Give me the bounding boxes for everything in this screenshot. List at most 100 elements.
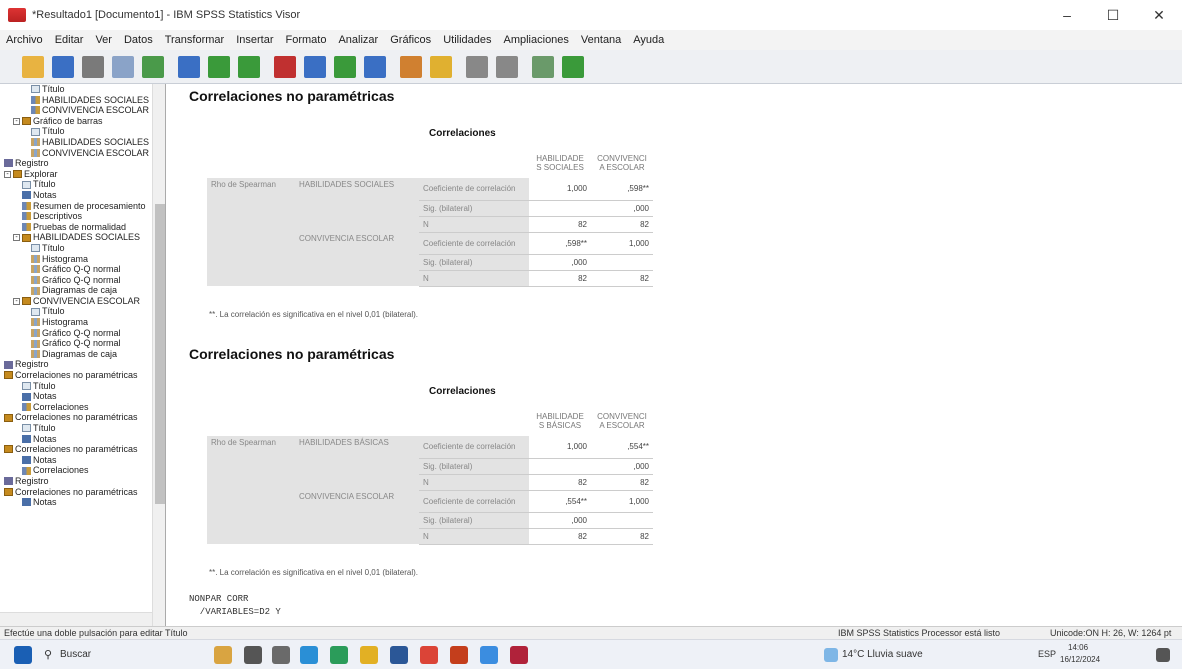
outline-item[interactable]: Diagramas de caja <box>0 285 152 296</box>
clock-date[interactable]: 16/12/2024 <box>1060 655 1100 664</box>
redo-icon[interactable] <box>238 55 260 78</box>
menu-ampliaciones[interactable]: Ampliaciones <box>504 34 569 46</box>
menu-ver[interactable]: Ver <box>95 34 112 46</box>
expand-icon[interactable] <box>562 55 584 78</box>
task-view-icon[interactable] <box>244 646 262 664</box>
maximize-button[interactable]: ☐ <box>1090 0 1136 30</box>
outline-item[interactable]: Gráfico Q-Q normal <box>0 328 152 339</box>
outline-item[interactable]: Correlaciones no paramétricas <box>0 370 152 381</box>
outline-item[interactable]: Título <box>0 179 152 190</box>
outline-item[interactable]: Notas <box>0 391 152 402</box>
outline-item[interactable]: - Gráfico de barras <box>0 116 152 127</box>
outline-item[interactable]: Gráfico Q-Q normal <box>0 275 152 286</box>
outline-item[interactable]: Título <box>0 423 152 434</box>
outline-item[interactable]: Pruebas de normalidad <box>0 222 152 233</box>
outline-item[interactable]: - CONVIVENCIA ESCOLAR <box>0 296 152 307</box>
output-heading[interactable]: Correlaciones no paramétricas <box>189 346 394 362</box>
outline-item[interactable]: CONVIVENCIA ESCOLAR <box>0 148 152 159</box>
case-icon[interactable] <box>364 55 386 78</box>
save-icon[interactable] <box>52 55 74 78</box>
menu-insertar[interactable]: Insertar <box>236 34 273 46</box>
notifications-icon[interactable] <box>1156 648 1170 662</box>
outline-item[interactable]: - Explorar <box>0 169 152 180</box>
hide-icon[interactable] <box>466 55 488 78</box>
outline-item[interactable]: Correlaciones no paramétricas <box>0 487 152 498</box>
insert-output-icon[interactable] <box>400 55 422 78</box>
show-icon[interactable] <box>496 55 518 78</box>
outline-item[interactable]: Registro <box>0 158 152 169</box>
widget-icon[interactable] <box>214 646 232 664</box>
outline-item[interactable]: Gráfico Q-Q normal <box>0 338 152 349</box>
goto-data-icon[interactable] <box>274 55 296 78</box>
collapse-toggle-icon[interactable]: - <box>13 234 20 242</box>
outline-item[interactable]: Título <box>0 84 152 95</box>
outline-item[interactable]: CONVIVENCIA ESCOLAR <box>0 105 152 116</box>
print-icon[interactable] <box>82 55 104 78</box>
menu-datos[interactable]: Datos <box>124 34 153 46</box>
close-button[interactable]: ✕ <box>1136 0 1182 30</box>
outline-item[interactable]: Correlaciones <box>0 402 152 413</box>
minimize-button[interactable]: – <box>1044 0 1090 30</box>
outline-item[interactable]: Notas <box>0 497 152 508</box>
language-indicator[interactable]: ESP <box>1038 649 1056 659</box>
search-icon[interactable]: ⚲ <box>44 648 52 661</box>
recall-dialog-icon[interactable] <box>178 55 200 78</box>
outline-item[interactable]: Título <box>0 243 152 254</box>
menu-utilidades[interactable]: Utilidades <box>443 34 491 46</box>
collapse-icon[interactable] <box>532 55 554 78</box>
outline-item[interactable]: Diagramas de caja <box>0 349 152 360</box>
edge-icon[interactable] <box>300 646 318 664</box>
menu-transformar[interactable]: Transformar <box>165 34 225 46</box>
outline-item[interactable]: Notas <box>0 455 152 466</box>
clock-time[interactable]: 14:06 <box>1068 643 1088 652</box>
variables-icon[interactable] <box>334 55 356 78</box>
chrome-icon[interactable] <box>420 646 438 664</box>
outline-item[interactable]: HABILIDADES SOCIALES <box>0 95 152 106</box>
outline-item[interactable]: Gráfico Q-Q normal <box>0 264 152 275</box>
menu-graficos[interactable]: Gráficos <box>390 34 431 46</box>
outline-item[interactable]: Título <box>0 126 152 137</box>
export-icon[interactable] <box>142 55 164 78</box>
spss-taskbar-icon[interactable] <box>510 646 528 664</box>
menu-editar[interactable]: Editar <box>55 34 84 46</box>
menu-analizar[interactable]: Analizar <box>338 34 378 46</box>
outline-item[interactable]: HABILIDADES SOCIALES <box>0 137 152 148</box>
collapse-toggle-icon[interactable]: - <box>4 170 11 178</box>
outline-item[interactable]: Descriptivos <box>0 211 152 222</box>
open-icon[interactable] <box>22 55 44 78</box>
outline-item[interactable]: Histograma <box>0 254 152 265</box>
menu-archivo[interactable]: Archivo <box>6 34 43 46</box>
taskbar-search[interactable]: Buscar <box>60 649 91 660</box>
outline-item[interactable]: Correlaciones <box>0 465 152 476</box>
outline-item[interactable]: - HABILIDADES SOCIALES <box>0 232 152 243</box>
file-explorer-icon[interactable] <box>272 646 290 664</box>
output-heading[interactable]: Correlaciones no paramétricas <box>189 88 394 104</box>
outline-item[interactable]: Resumen de procesamiento <box>0 201 152 212</box>
menu-formato[interactable]: Formato <box>286 34 327 46</box>
folder-icon[interactable] <box>360 646 378 664</box>
correlations-table[interactable]: HABILIDADE S SOCIALES CONVIVENCI A ESCOLA… <box>207 148 653 287</box>
word-icon[interactable] <box>390 646 408 664</box>
windows-start-icon[interactable] <box>14 646 32 664</box>
outline-item[interactable]: Notas <box>0 190 152 201</box>
collapse-toggle-icon[interactable]: - <box>13 297 20 305</box>
outline-item[interactable]: Registro <box>0 476 152 487</box>
goto-variable-icon[interactable] <box>304 55 326 78</box>
powerpoint-icon[interactable] <box>450 646 468 664</box>
menu-ayuda[interactable]: Ayuda <box>633 34 664 46</box>
outline-item[interactable]: Título <box>0 306 152 317</box>
outline-item[interactable]: Notas <box>0 434 152 445</box>
outline-item[interactable]: Correlaciones no paramétricas <box>0 444 152 455</box>
collapse-toggle-icon[interactable]: - <box>13 117 20 125</box>
outline-horizontal-scrollbar[interactable] <box>0 612 152 626</box>
designate-window-icon[interactable] <box>430 55 452 78</box>
scrollbar-thumb[interactable] <box>155 204 165 504</box>
excel-icon[interactable] <box>330 646 348 664</box>
undo-icon[interactable] <box>208 55 230 78</box>
weather-text[interactable]: 14°C Lluvia suave <box>842 649 923 660</box>
outline-item[interactable]: Correlaciones no paramétricas <box>0 412 152 423</box>
outline-item[interactable]: Título <box>0 381 152 392</box>
preview-icon[interactable] <box>112 55 134 78</box>
menu-ventana[interactable]: Ventana <box>581 34 621 46</box>
app-icon[interactable] <box>480 646 498 664</box>
